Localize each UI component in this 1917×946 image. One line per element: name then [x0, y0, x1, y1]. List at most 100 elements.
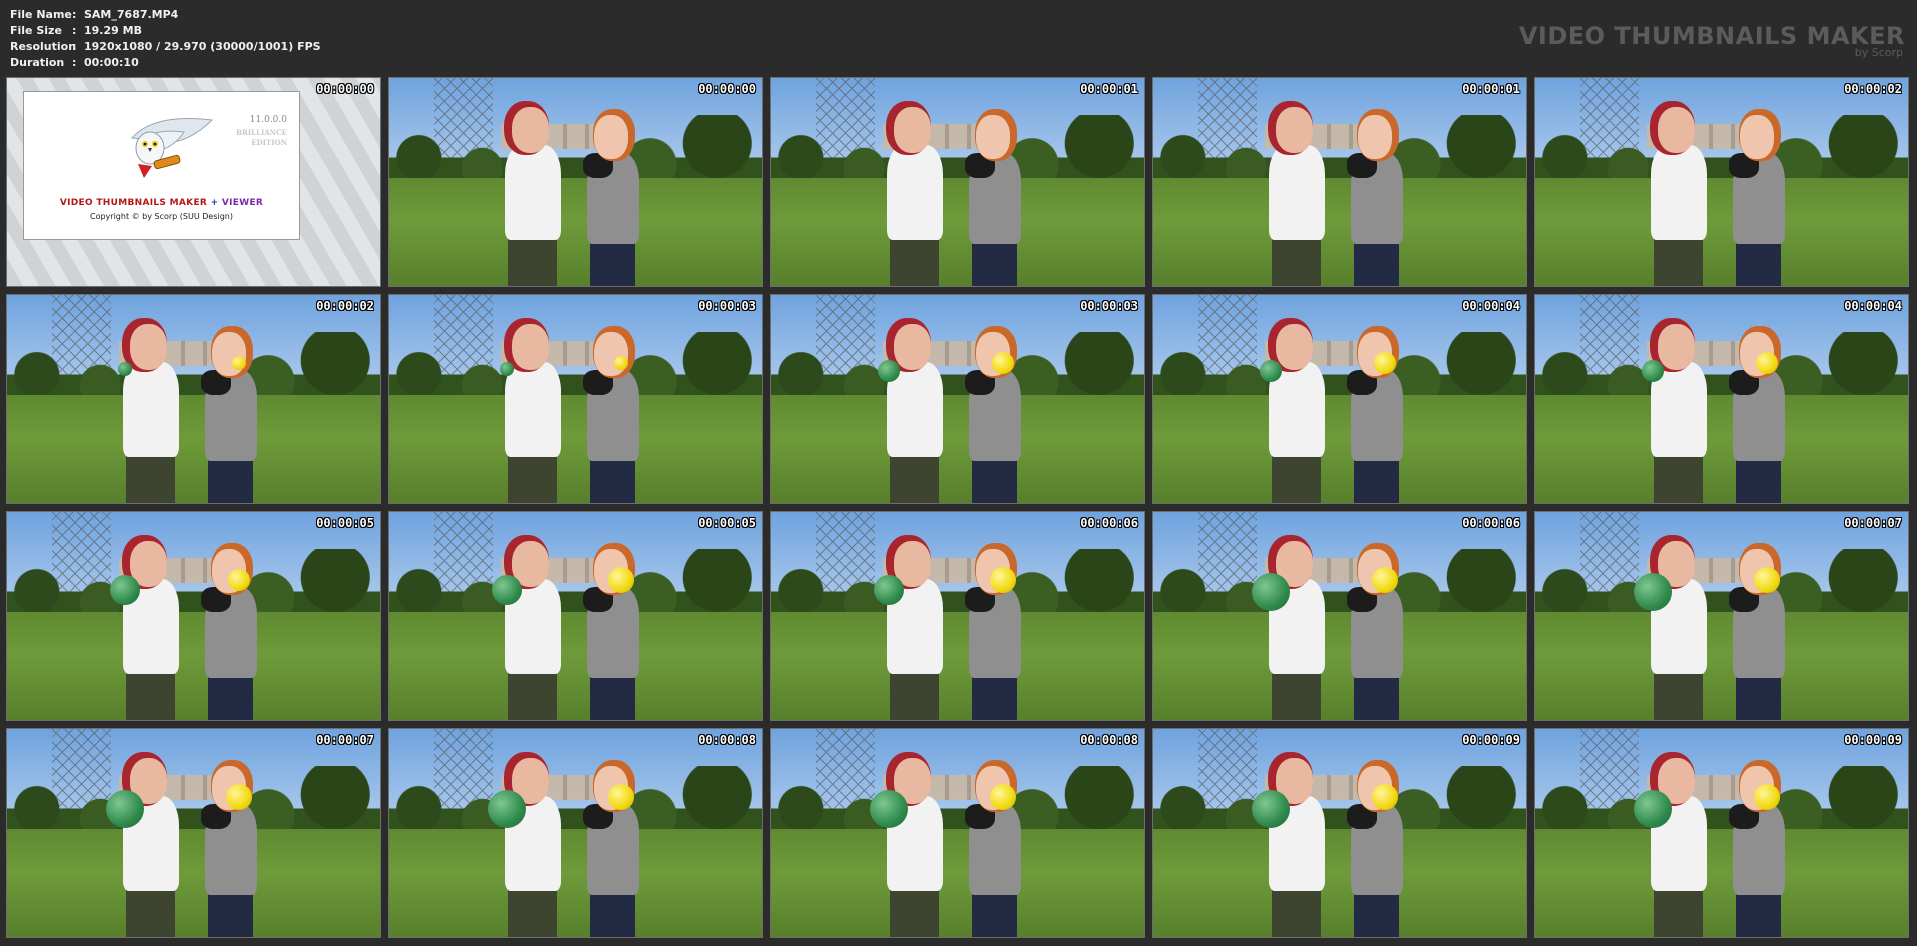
thumbnail-frame[interactable]: 11.0.0.0 BRILLIANCE EDITION VIDEO THUMBN… — [6, 77, 381, 287]
yellow-balloon — [1372, 784, 1398, 810]
owl-icon — [130, 117, 214, 178]
video-frame — [1153, 512, 1526, 720]
grass-shape — [1535, 611, 1908, 720]
timecode-label: 00:00:02 — [1844, 82, 1902, 96]
thumbnail-frame[interactable]: 00:00:06 — [770, 511, 1145, 721]
thumbnail-frame[interactable]: 00:00:08 — [770, 728, 1145, 938]
trees-shape — [389, 549, 762, 621]
timecode-label: 00:00:05 — [316, 516, 374, 530]
thumbnail-frame[interactable]: 00:00:01 — [770, 77, 1145, 287]
file-size-label: File Size — [10, 24, 62, 37]
product-name-main: VIDEO THUMBNAILS MAKER — [59, 198, 208, 208]
p1-legs-shape — [890, 882, 939, 937]
timecode-label: 00:00:07 — [316, 733, 374, 747]
p1-head-shape — [1276, 324, 1314, 370]
resolution-value: 1920x1080 / 29.970 (30000/1001) FPS — [84, 40, 321, 53]
thumbnail-frame[interactable]: 00:00:09 — [1534, 728, 1909, 938]
file-name-value: SAM_7687.MP4 — [84, 8, 179, 21]
thumbnail-frame[interactable]: 00:00:04 — [1534, 294, 1909, 504]
yellow-balloon — [990, 784, 1016, 810]
file-name-label: File Name — [10, 8, 72, 21]
thumbnail-frame[interactable]: 00:00:05 — [388, 511, 763, 721]
trees-shape — [1535, 549, 1908, 621]
timecode-label: 00:00:00 — [698, 82, 756, 96]
p2-head-shape — [1740, 115, 1774, 160]
grass-shape — [1535, 828, 1908, 937]
grass-shape — [1153, 177, 1526, 286]
timecode-label: 00:00:01 — [1080, 82, 1138, 96]
thumbnail-frame[interactable]: 00:00:00 — [388, 77, 763, 287]
green-balloon — [1634, 573, 1672, 611]
yellow-balloon — [1374, 352, 1396, 374]
separator: : — [72, 40, 77, 53]
yellow-balloon — [608, 567, 634, 593]
green-balloon — [1252, 790, 1290, 828]
thumbnail-frame[interactable]: 00:00:02 — [6, 294, 381, 504]
thumbnail-frame[interactable]: 00:00:06 — [1152, 511, 1527, 721]
p1-body-shape — [504, 361, 561, 458]
video-frame — [1535, 295, 1908, 503]
p1-head-shape — [894, 107, 932, 153]
trees-shape — [1535, 332, 1908, 404]
p1-legs-shape — [126, 665, 175, 720]
thumbnail-frame[interactable]: 00:00:04 — [1152, 294, 1527, 504]
green-balloon — [118, 362, 132, 376]
video-frame — [7, 512, 380, 720]
grass-shape — [771, 611, 1144, 720]
yellow-balloon — [1754, 784, 1780, 810]
grass-shape — [389, 828, 762, 937]
thumbnail-frame[interactable]: 00:00:05 — [6, 511, 381, 721]
logo-frame: 11.0.0.0 BRILLIANCE EDITION VIDEO THUMBN… — [7, 78, 380, 286]
thumbnail-frame[interactable]: 00:00:09 — [1152, 728, 1527, 938]
green-balloon — [1252, 573, 1290, 611]
p1-legs-shape — [1654, 665, 1703, 720]
grass-shape — [771, 177, 1144, 286]
trees-shape — [1535, 766, 1908, 838]
thumbnail-frame[interactable]: 00:00:01 — [1152, 77, 1527, 287]
green-balloon — [106, 790, 144, 828]
green-balloon — [492, 575, 522, 605]
timecode-label: 00:00:09 — [1462, 733, 1520, 747]
grass-shape — [7, 394, 380, 503]
video-frame — [389, 78, 762, 286]
p2-head-shape — [1358, 115, 1392, 160]
timecode-label: 00:00:01 — [1462, 82, 1520, 96]
trees-shape — [1153, 115, 1526, 187]
timecode-label: 00:00:08 — [698, 733, 756, 747]
green-balloon — [1634, 790, 1672, 828]
trees-shape — [389, 115, 762, 187]
trees-shape — [1153, 766, 1526, 838]
thumbnail-frame[interactable]: 00:00:03 — [388, 294, 763, 504]
video-frame — [7, 295, 380, 503]
timecode-label: 00:00:05 — [698, 516, 756, 530]
file-size-row: File Size:19.29 MB — [10, 24, 142, 38]
thumbnail-frame[interactable]: 00:00:03 — [770, 294, 1145, 504]
trees-shape — [7, 549, 380, 621]
p1-legs-shape — [1654, 231, 1703, 286]
video-frame — [771, 729, 1144, 937]
grass-shape — [1153, 828, 1526, 937]
thumbnail-frame[interactable]: 00:00:08 — [388, 728, 763, 938]
green-balloon — [500, 362, 514, 376]
p1-body-shape — [1268, 144, 1325, 241]
thumbnail-frame[interactable]: 00:00:07 — [1534, 511, 1909, 721]
yellow-balloon — [1372, 567, 1398, 593]
p1-legs-shape — [890, 665, 939, 720]
grass-shape — [389, 177, 762, 286]
brand-title: VIDEO THUMBNAILS MAKER — [1518, 22, 1905, 50]
separator: : — [72, 24, 77, 37]
p1-body-shape — [1650, 144, 1707, 241]
timecode-label: 00:00:02 — [316, 299, 374, 313]
thumbnail-frame[interactable]: 00:00:07 — [6, 728, 381, 938]
trees-shape — [1153, 549, 1526, 621]
timecode-label: 00:00:09 — [1844, 733, 1902, 747]
video-frame — [7, 729, 380, 937]
video-frame — [1153, 78, 1526, 286]
p1-legs-shape — [890, 231, 939, 286]
yellow-balloon — [614, 356, 628, 370]
grass-shape — [1153, 394, 1526, 503]
yellow-balloon — [228, 569, 250, 591]
timecode-label: 00:00:06 — [1462, 516, 1520, 530]
thumbnail-frame[interactable]: 00:00:02 — [1534, 77, 1909, 287]
trees-shape — [1535, 115, 1908, 187]
